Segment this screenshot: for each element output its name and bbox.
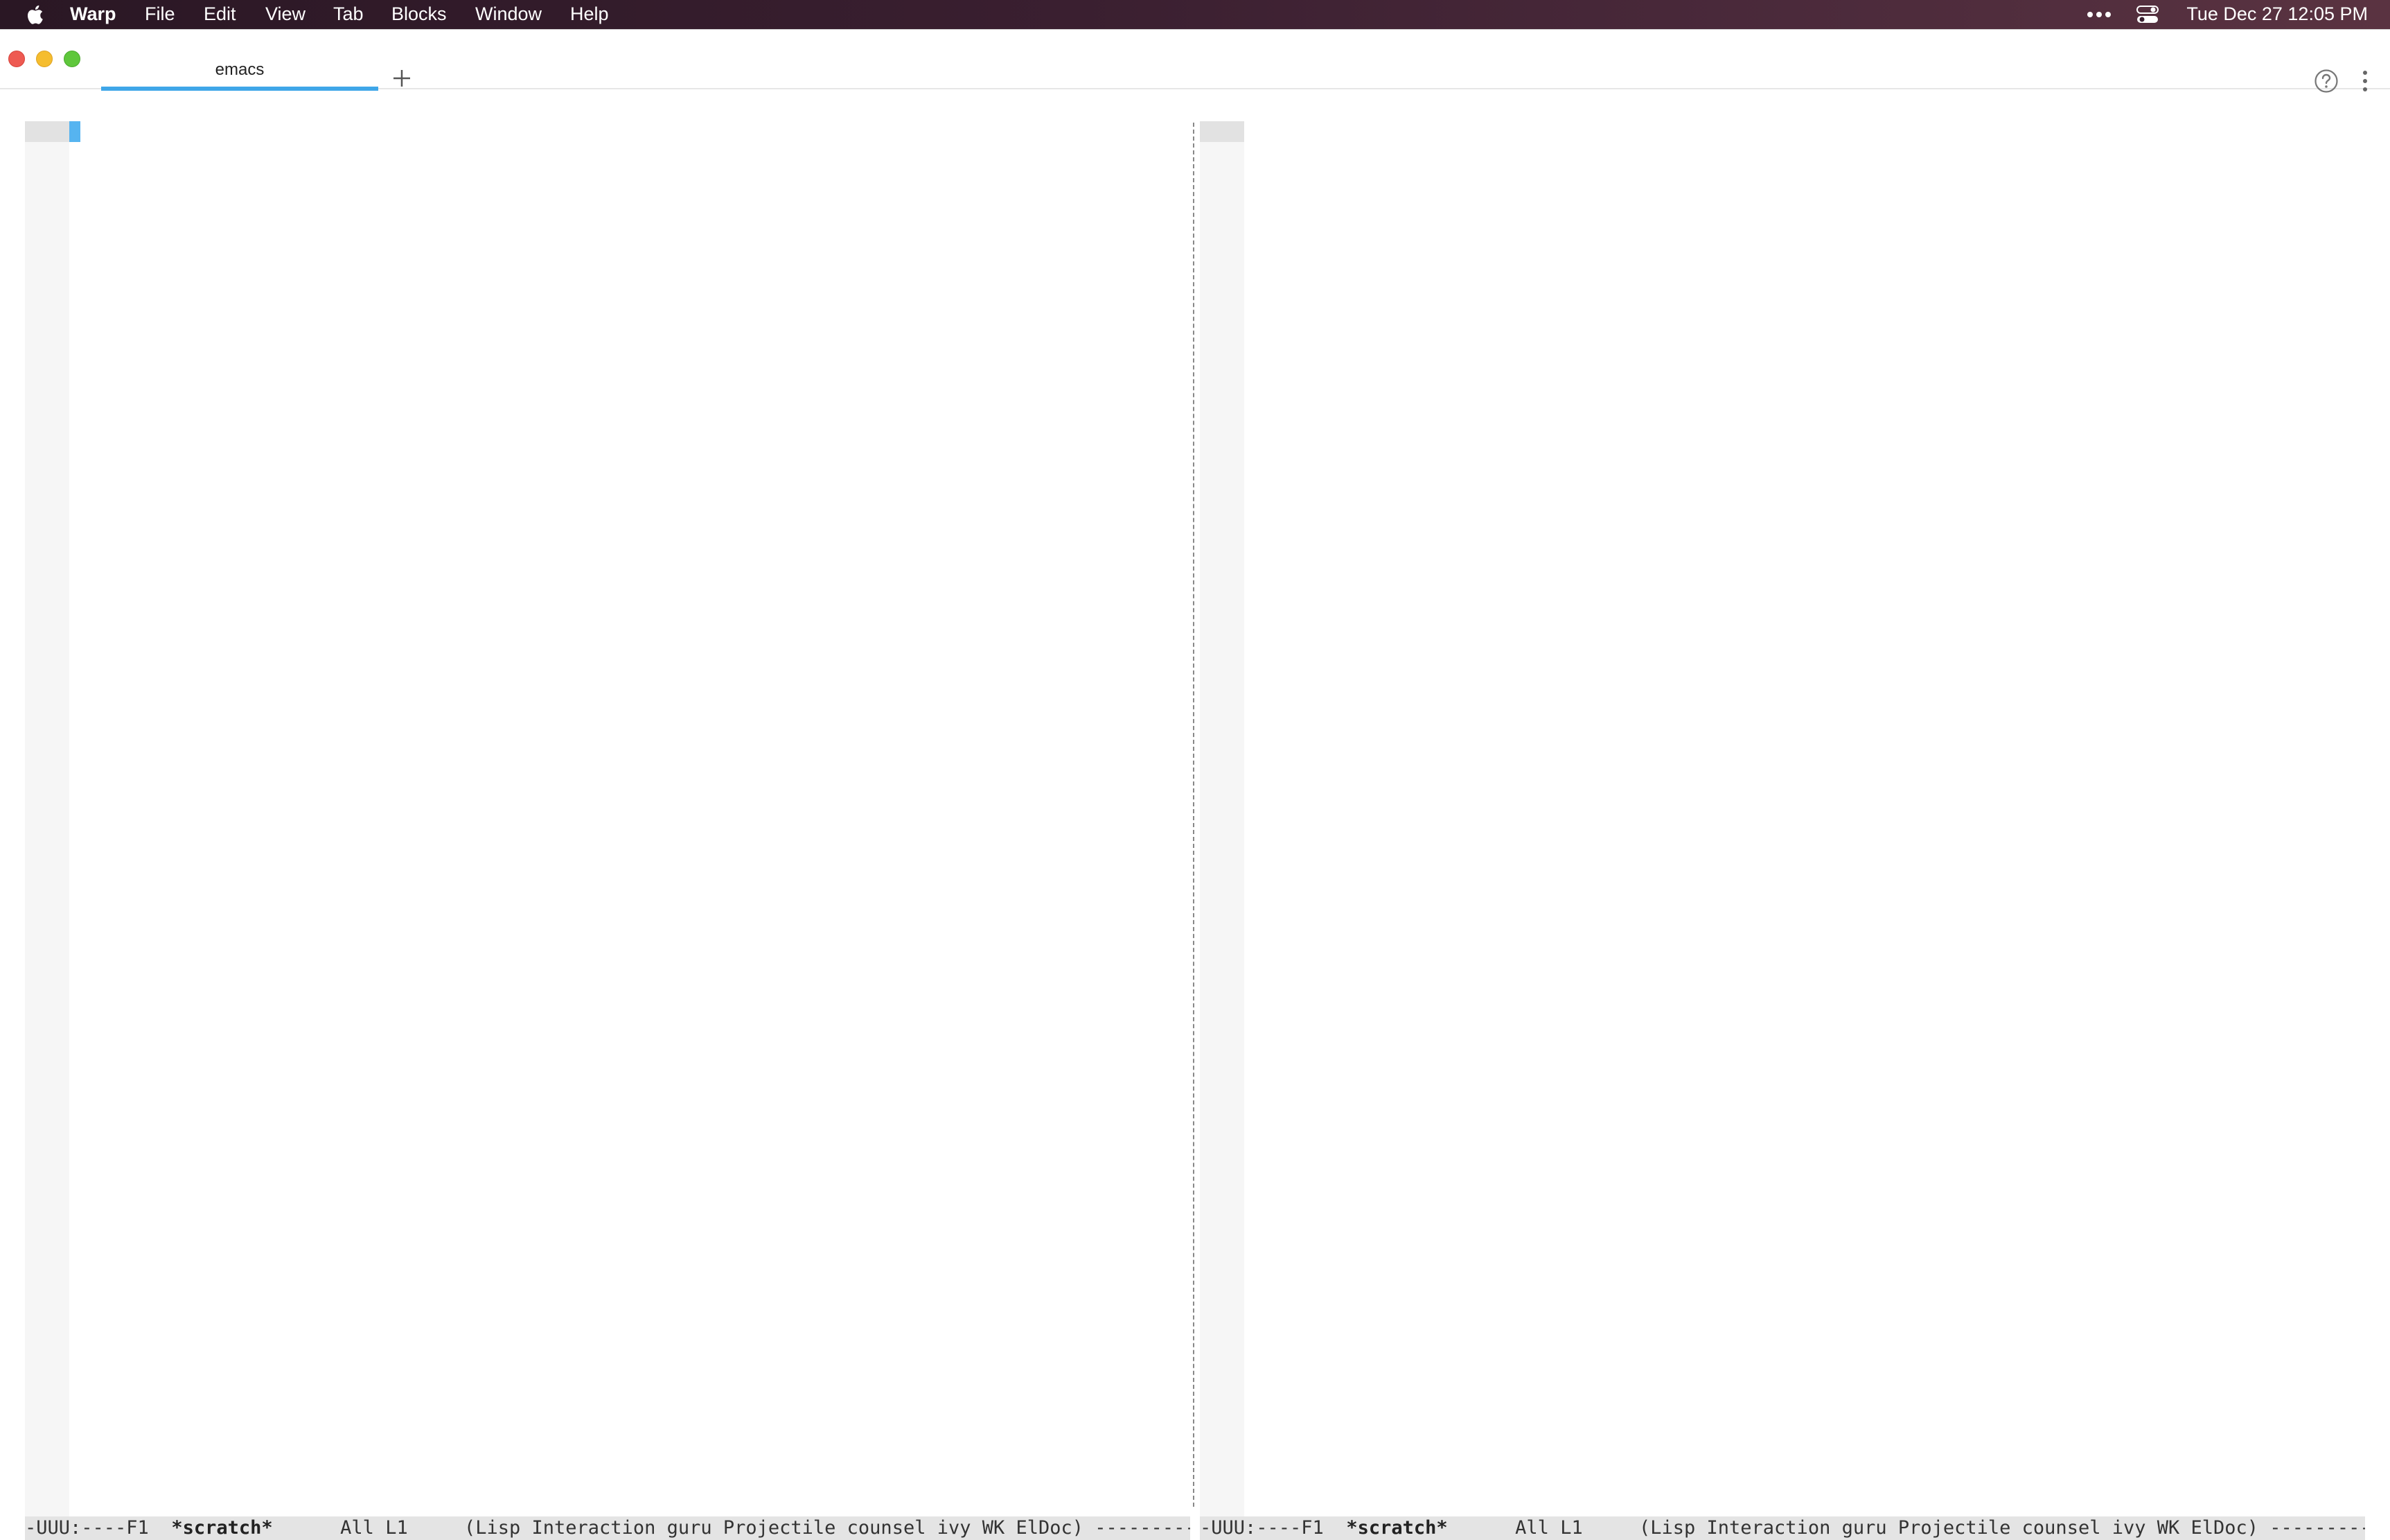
more-icon[interactable] (2085, 0, 2113, 29)
mode-line-left: -UUU:----F1 *scratch* All L1 (Lisp Inter… (25, 1516, 1190, 1540)
mode-line-modes: (Lisp Interaction guru Projectile counse… (1638, 1517, 2365, 1539)
mode-line-status: -UUU:----F1 (25, 1517, 172, 1539)
pane-divider[interactable] (1193, 123, 1194, 1507)
menu-blocks[interactable]: Blocks (391, 0, 447, 29)
buffer-text-area[interactable] (69, 142, 1190, 1530)
active-tab-indicator (101, 87, 378, 91)
line-number-gutter (25, 142, 69, 1528)
mode-line-buffer-name: *scratch* (171, 1517, 273, 1539)
help-icon (2314, 69, 2338, 93)
menu-bar: Warp File Edit View Tab Blocks Window He… (0, 0, 2390, 29)
buffer-text-area[interactable] (1244, 142, 2365, 1530)
mode-line-status: -UUU:----F1 (1200, 1517, 1347, 1539)
menu-tab[interactable]: Tab (333, 0, 364, 29)
minimize-window-button[interactable] (36, 51, 53, 67)
close-window-button[interactable] (8, 51, 25, 67)
plus-icon (393, 70, 410, 87)
menu-app-name[interactable]: Warp (70, 0, 116, 29)
emacs-pane-left[interactable] (25, 92, 1190, 1530)
mode-line-position: All L1 (272, 1517, 464, 1539)
maximize-window-button[interactable] (64, 51, 80, 67)
menu-edit[interactable]: Edit (204, 0, 236, 29)
new-tab-button[interactable] (388, 64, 416, 92)
tab-bar: emacs (0, 30, 2390, 93)
line-number-gutter (1200, 142, 1244, 1528)
emacs-pane-right[interactable] (1200, 92, 2365, 1530)
kebab-icon (2363, 71, 2367, 91)
line-number-header (25, 121, 69, 142)
menu-file[interactable]: File (145, 0, 175, 29)
mode-line-right: -UUU:----F1 *scratch* All L1 (Lisp Inter… (1200, 1516, 2365, 1540)
control-center-icon[interactable] (2134, 0, 2161, 29)
menu-clock[interactable]: Tue Dec 27 12:05 PM (2186, 0, 2368, 29)
window-menu-button[interactable] (2355, 67, 2375, 95)
mode-line-buffer-name: *scratch* (1346, 1517, 1448, 1539)
menu-window[interactable]: Window (475, 0, 542, 29)
tab-emacs[interactable]: emacs (101, 46, 378, 91)
help-button[interactable] (2314, 69, 2339, 94)
mode-line-position: All L1 (1447, 1517, 1639, 1539)
apple-icon[interactable] (24, 3, 44, 26)
tab-title: emacs (215, 60, 265, 79)
menu-help[interactable]: Help (570, 0, 609, 29)
menu-view[interactable]: View (265, 0, 306, 29)
text-cursor (69, 121, 80, 142)
line-number-header (1200, 121, 1244, 142)
mode-line-modes: (Lisp Interaction guru Projectile counse… (463, 1517, 1190, 1539)
warp-window: emacs -UUU:----F1 *scratch* All L1 (Lisp… (0, 29, 2390, 1540)
